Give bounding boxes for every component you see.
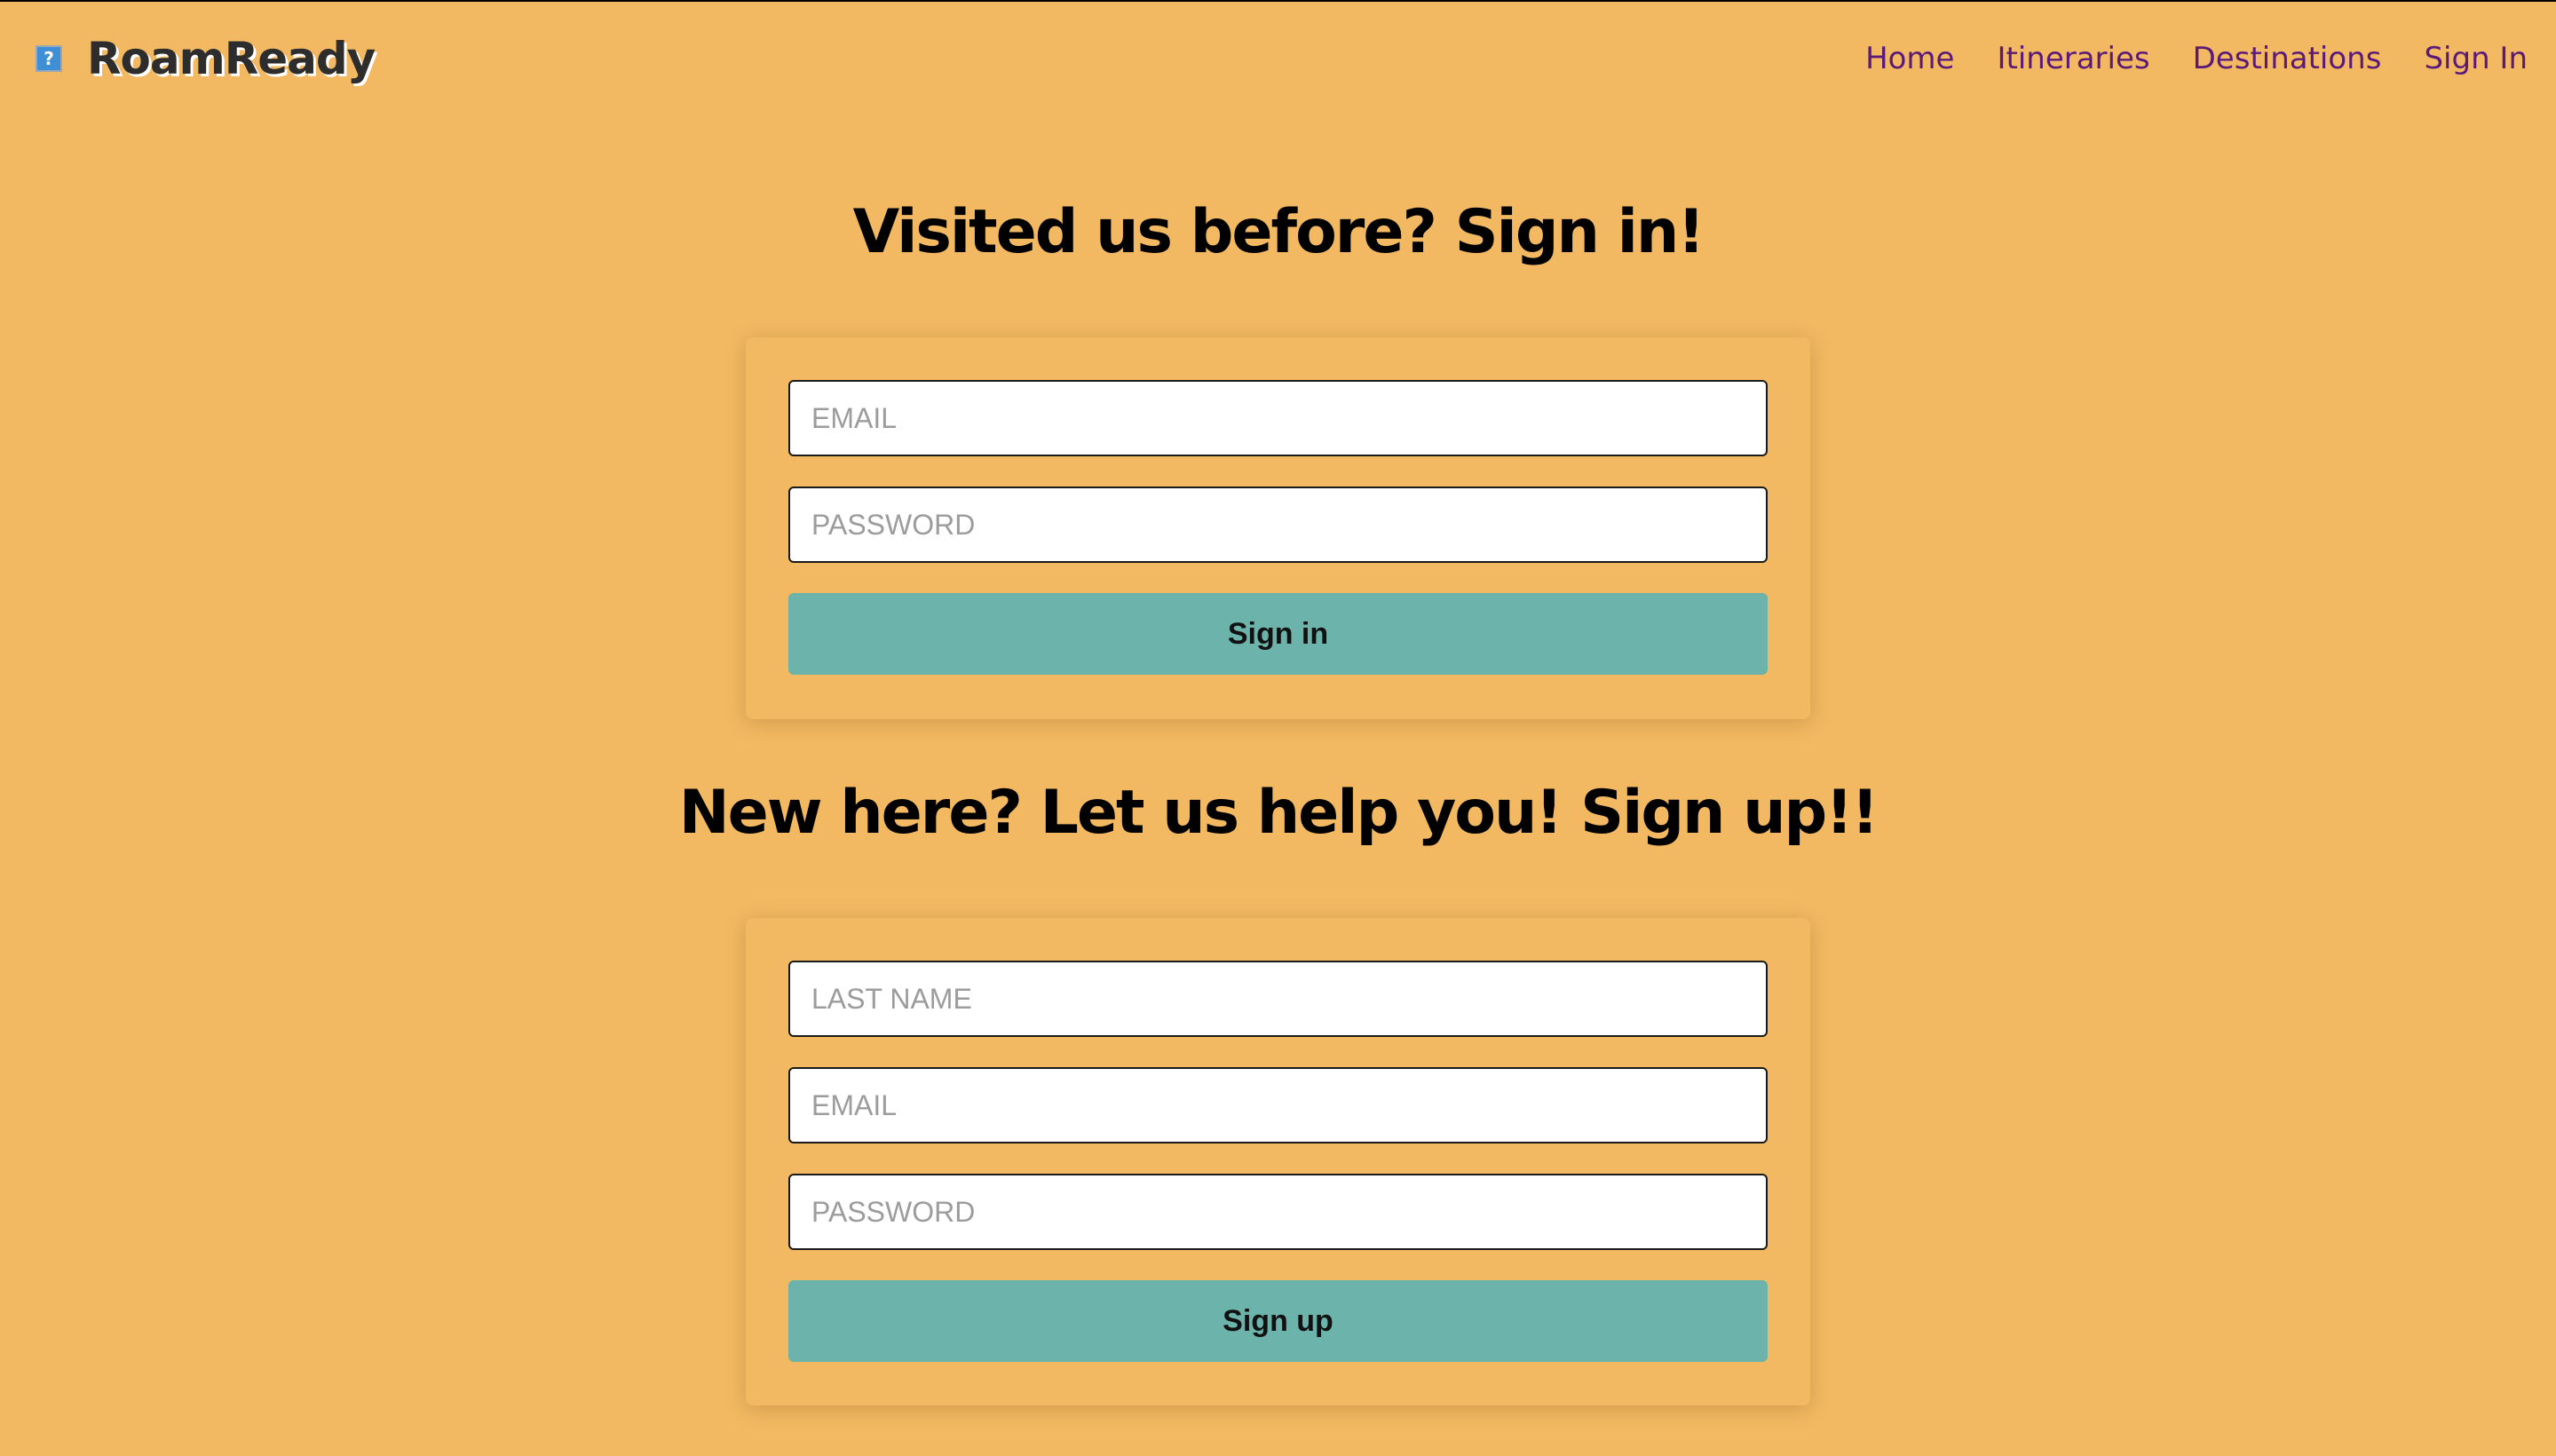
broken-image-icon: ? [36,45,62,72]
signin-form: Sign in [746,337,1810,719]
signin-email-input[interactable] [788,380,1768,456]
sign-up-button[interactable]: Sign up [788,1280,1768,1362]
brand[interactable]: ? RoamReady [36,32,376,85]
signup-password-input[interactable] [788,1174,1768,1250]
signup-last-name-input[interactable] [788,961,1768,1037]
top-border [0,0,2556,2]
nav-link-destinations[interactable]: Destinations [2193,37,2382,80]
brand-name[interactable]: RoamReady [87,33,376,84]
main-nav: Home Itineraries Destinations Sign In [1865,37,2528,80]
signup-email-input[interactable] [788,1067,1768,1143]
nav-link-home[interactable]: Home [1865,37,1954,80]
signup-form: Sign up [746,918,1810,1405]
signin-password-input[interactable] [788,487,1768,563]
nav-link-sign-in[interactable]: Sign In [2424,37,2528,80]
nav-link-itineraries[interactable]: Itineraries [1997,37,2149,80]
sign-in-button[interactable]: Sign in [788,593,1768,675]
signin-heading: Visited us before? Sign in! [852,197,1705,267]
signup-heading: New here? Let us help you! Sign up!! [678,778,1879,848]
